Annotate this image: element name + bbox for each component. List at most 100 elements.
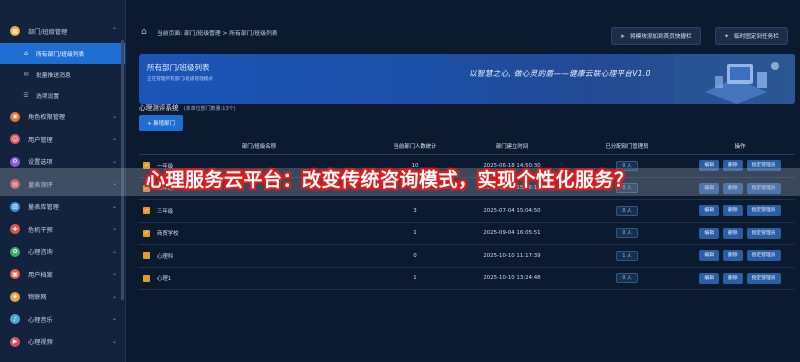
chevron-down-icon: ⌄ [111,225,117,232]
expand-toggle-icon[interactable]: ✓ [143,207,150,215]
sidebar-subitem-label: 选项设置 [36,93,60,100]
send-icon: ➤ [620,32,626,40]
created-time: 2025-10-10 11:17:39 [483,252,541,259]
edit-button[interactable]: 编辑 [699,205,719,217]
user-icon: ☺ [10,134,20,145]
library-icon: ▥ [10,201,20,212]
assign-admin-button[interactable]: 指定管理员 [746,227,781,239]
sidebar-item-label: 用户档案 [28,271,53,279]
chevron-down-icon: ⌄ [111,247,117,255]
sidebar-item-label: 心理视频 [28,339,53,347]
expand-toggle-icon[interactable]: ✓ [143,229,150,237]
delete-button[interactable]: 删除 [723,250,743,262]
sidebar-item-video[interactable]: ▶ 心理视频 ⌄ [0,331,125,354]
delete-button[interactable]: 删除 [723,227,743,239]
banner-title: 所有部门/班级列表 [147,63,210,72]
table-row: 心理1 1 2025-10-10 13:24:48 0 人 编辑 删除 指定管理员 [139,268,795,290]
sidebar-item-library[interactable]: ▥ 量表库管理 ⌄ [0,196,125,219]
created-time: 2025-09-04 16:05:51 [483,230,541,237]
actions-cell: 编辑 删除 指定管理员 [685,272,795,284]
actions-cell: 编辑 删除 指定管理员 [685,227,795,239]
add-to-shortcut-label: 将模块添加到首页快捷栏 [630,34,692,40]
edit-button[interactable]: 编辑 [699,250,719,262]
pin-to-taskbar-label: 临时固定到任务栏 [734,34,779,40]
created-time: 2025-07-04 15:04:50 [483,207,541,214]
sidebar-item-role[interactable]: ◉ 角色权限管理 ⌄ [0,106,125,129]
sidebar-item-archive[interactable]: ▣ 用户档案 ⌄ [0,263,125,286]
add-department-button[interactable]: + 新增部门 [139,115,183,131]
name-cell: 心理1 [139,274,375,282]
overlay-caption: 心理服务云平台：改变传统咨询模式，实现个性化服务？ [146,169,634,191]
assign-admin-button[interactable]: 指定管理员 [746,250,781,262]
admin-count-badge[interactable]: 0 人 [616,205,638,216]
sidebar-subitem-label: 批量推送消息 [36,72,71,79]
subitem-icon: ☰ [23,91,29,99]
home-icon[interactable]: ⌂ [141,27,151,37]
assign-admin-button[interactable]: 指定管理员 [746,205,781,217]
header-admins: 已分配部门管理员 [605,144,649,150]
admin-cell: 0 人 [569,205,685,216]
page-banner: 所有部门/班级列表 正在管理所有部门/班级管理模式 以智慧之心, 做心灵的盾——… [139,54,795,104]
music-icon: ♪ [10,314,20,325]
sidebar-item-music[interactable]: ♪ 心理音乐 ⌄ [0,308,125,331]
department-name: 心理科 [157,253,174,260]
table-row: 心理科 0 2025-10-10 11:17:39 1 人 编辑 删除 指定管理员 [139,245,795,268]
chevron-down-icon: ⌄ [111,135,117,142]
breadcrumb: 当前页面: 部门/班级管理 > 所有部门/班级列表 [157,30,278,37]
member-count: 1 [413,230,417,237]
assign-admin-button[interactable]: 指定管理员 [746,272,781,284]
table-row: ✓ 商贸学校 1 2025-09-04 16:05:51 0 人 编辑 删除 指定管理员 [139,223,795,245]
sidebar-subitem[interactable]: ☰ 选项设置 [0,85,125,106]
sidebar-item-building[interactable]: ▦ 部门/班级管理 ⌃ [0,20,125,43]
actions-cell: 编辑 删除 指定管理员 [685,205,795,217]
name-cell: 心理科 [139,252,375,260]
banner-motto: 以智慧之心, 做心灵的盾——健康云联心理平台V1.0 [469,69,651,78]
sidebar-item-iot[interactable]: ◈ 物联网 ⌄ [0,286,125,309]
sidebar-item-label: 心理音乐 [28,316,53,324]
edit-button[interactable]: 编辑 [699,227,719,239]
chevron-down-icon: ⌄ [111,202,117,210]
sidebar-item-user[interactable]: ☺ 用户管理 ⌄ [0,128,125,151]
department-name: 三年级 [157,208,174,215]
role-icon: ◉ [10,111,20,122]
sidebar-item-crisis[interactable]: ✚ 危机干预 ⌄ [0,218,125,241]
building-icon: ▦ [10,26,20,37]
delete-button[interactable]: 删除 [723,272,743,284]
department-name: 心理1 [157,276,172,283]
iot-icon: ◈ [10,291,20,302]
sidebar-item-counsel[interactable]: ✿ 心理咨询 ⌄ [0,241,125,264]
delete-button[interactable]: 删除 [723,205,743,217]
chevron-down-icon: ⌄ [111,112,117,120]
section-title-text: 心理测评系统 [139,104,179,112]
expand-toggle-icon[interactable] [143,252,150,260]
chevron-down-icon: ⌄ [111,157,117,165]
admin-count-badge[interactable]: 0 人 [616,273,638,284]
header-actions: 操作 [734,144,746,150]
member-count: 1 [413,275,417,282]
admin-count-badge[interactable]: 1 人 [616,250,638,261]
admin-count-badge[interactable]: 0 人 [616,228,638,239]
chevron-down-icon: ⌄ [111,337,117,345]
sidebar-item-label: 心理咨询 [28,249,53,257]
member-count: 3 [413,207,417,214]
subitem-icon: ⌂ [24,49,28,57]
archive-icon: ▣ [10,269,20,280]
sidebar-subitem[interactable]: ✉ 批量推送消息 [0,64,125,85]
name-cell: ✓ 商贸学校 [139,229,375,237]
banner-subtitle: 正在管理所有部门/班级管理模式 [147,77,213,82]
edit-button[interactable]: 编辑 [699,272,719,284]
department-count: (本单位部门数量:13个) [183,106,236,112]
sidebar-subitem[interactable]: ⌂ 所有部门/班级列表 [0,42,125,64]
chevron-down-icon: ⌄ [111,292,117,300]
expand-toggle-icon[interactable] [143,274,150,282]
add-to-shortcut-button[interactable]: ➤ 将模块添加到首页快捷栏 [611,27,701,45]
chevron-up-icon: ⌃ [111,27,117,34]
pin-to-taskbar-button[interactable]: ✦ 临时固定到任务栏 [715,27,788,45]
sidebar-subitem-label: 所有部门/班级列表 [36,51,85,58]
table-header: 部门/班级名称 当前部门人数统计 部门建立时间 已分配部门管理员 操作 [139,138,795,155]
department-table: 部门/班级名称 当前部门人数统计 部门建立时间 已分配部门管理员 操作 ✓ 一年级… [139,138,795,290]
pin-icon: ✦ [724,32,730,40]
sidebar-item-label: 用户管理 [28,136,53,144]
chevron-down-icon: ⌄ [111,315,117,322]
created-time: 2025-10-10 13:24:48 [483,275,541,282]
